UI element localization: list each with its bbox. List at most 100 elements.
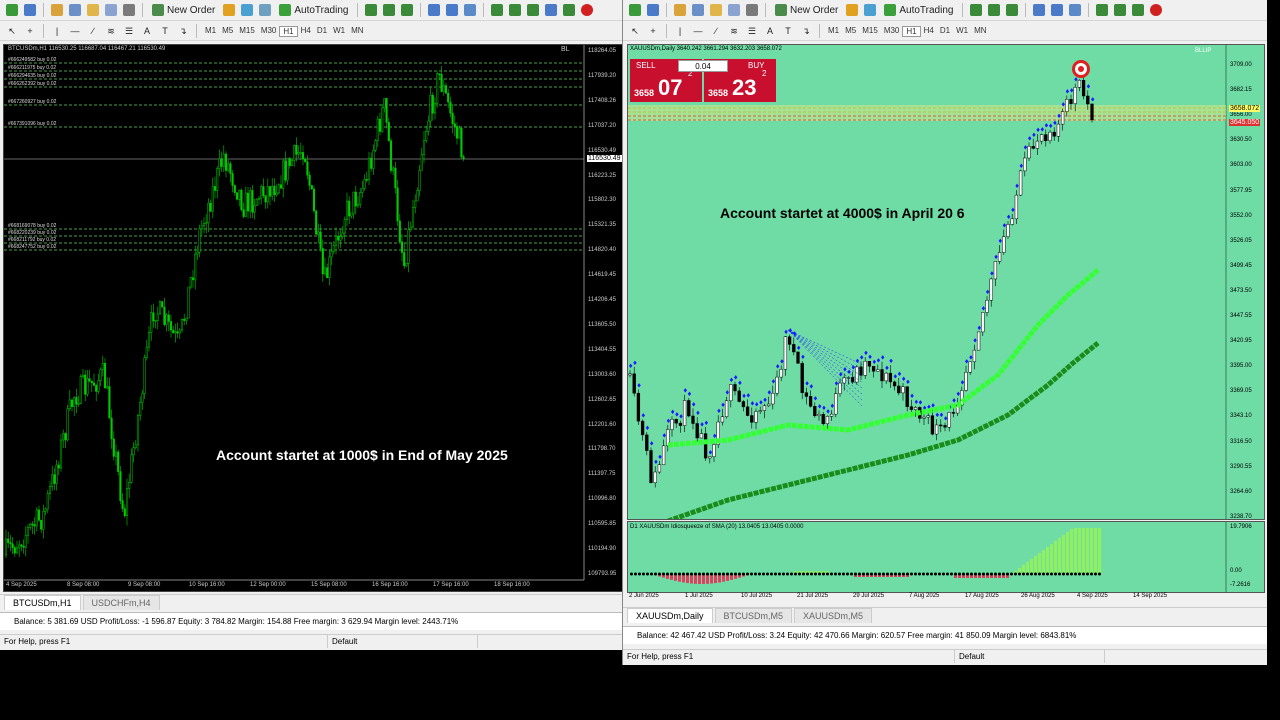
timeframe-m5[interactable]: M5 — [219, 26, 236, 37]
vertical-line-icon[interactable]: | — [672, 23, 688, 39]
navigator-icon[interactable] — [85, 2, 101, 18]
timeframe-d1[interactable]: D1 — [937, 26, 953, 37]
autotrading-button[interactable]: AutoTrading — [275, 2, 352, 18]
timeframe-d1[interactable]: D1 — [314, 26, 330, 37]
indicator-subwindow[interactable]: D1 XAUUSDm Idiosqueeze of SMA (20) 13.04… — [627, 521, 1265, 593]
alert-icon[interactable] — [579, 2, 595, 18]
profiles-icon[interactable] — [645, 2, 661, 18]
timeframe-m30[interactable]: M30 — [881, 26, 903, 37]
alert-target-icon[interactable] — [1072, 60, 1090, 78]
terminal-icon[interactable] — [726, 2, 742, 18]
lot-size-input[interactable]: 0.04 — [678, 60, 728, 72]
timeframe-m15[interactable]: M15 — [236, 26, 258, 37]
chart-shift-icon[interactable] — [489, 2, 505, 18]
new-chart-icon[interactable] — [627, 2, 643, 18]
timeframe-m1[interactable]: M1 — [825, 26, 842, 37]
timeframe-m15[interactable]: M15 — [859, 26, 881, 37]
metaeditor-icon[interactable] — [221, 2, 237, 18]
candlestick-icon[interactable] — [381, 2, 397, 18]
cursor-icon[interactable]: ↖ — [627, 23, 643, 39]
vertical-line-icon[interactable]: | — [49, 23, 65, 39]
tile-windows-icon[interactable] — [462, 2, 478, 18]
channel-icon[interactable]: ≋ — [103, 23, 119, 39]
arrows-icon[interactable]: ↴ — [175, 23, 191, 39]
timeframe-w1[interactable]: W1 — [953, 26, 971, 37]
timeframe-m1[interactable]: M1 — [202, 26, 219, 37]
text-icon[interactable]: A — [139, 23, 155, 39]
indicator-canvas[interactable] — [628, 522, 1265, 593]
tab-xauusdm-daily[interactable]: XAUUSDm,Daily — [627, 608, 713, 623]
timeframe-m30[interactable]: M30 — [258, 26, 280, 37]
profiles-icon[interactable] — [22, 2, 38, 18]
btcusd-chart-canvas[interactable] — [4, 45, 623, 592]
timeframe-h1[interactable]: H1 — [279, 25, 298, 37]
periods-icon[interactable] — [543, 2, 559, 18]
xauusd-chart-canvas[interactable]: ♦♦♦♦♦♦♦♦♦♦♦♦♦♦♦♦♦♦♦♦♦♦♦♦♦♦♦♦♦♦♦♦♦♦♦♦♦♦♦♦… — [628, 45, 1265, 520]
label-icon[interactable]: T — [157, 23, 173, 39]
label-icon[interactable]: T — [780, 23, 796, 39]
tester-icon[interactable] — [744, 2, 760, 18]
text-icon[interactable]: A — [762, 23, 778, 39]
line-chart-icon[interactable] — [1004, 2, 1020, 18]
signals-icon[interactable] — [239, 2, 255, 18]
zoom-out-icon[interactable] — [444, 2, 460, 18]
fibo-icon[interactable]: ☰ — [121, 23, 137, 39]
zoom-in-icon[interactable] — [1031, 2, 1047, 18]
metaeditor-icon[interactable] — [844, 2, 860, 18]
data-window-icon[interactable] — [690, 2, 706, 18]
horizontal-line-icon[interactable]: — — [690, 23, 706, 39]
crosshair-icon[interactable]: + — [645, 23, 661, 39]
tab-xauusdm-m5[interactable]: XAUUSDm,M5 — [794, 608, 873, 623]
arrows-icon[interactable]: ↴ — [798, 23, 814, 39]
line-chart-icon[interactable] — [399, 2, 415, 18]
btc-candle — [18, 544, 21, 549]
xauusd-chart[interactable]: ♦ ♦ ♦ ♦ ♦ ♦ ♦ ♦ ♦ ♦ ♦ ♦ ♦ ♦ ♦ ♦ ♦ ♦ ♦ ♦ ♦ ♦ ♦ ♦ ♦ ♦ ♦ ♦ ♦ ♦ ♦ ♦ ♦ ♦ ♦ ♦ ♦ ♦ ♦ ♦… — [627, 44, 1265, 520]
market-icon[interactable] — [257, 2, 273, 18]
trendline-icon[interactable]: ∕ — [708, 23, 724, 39]
zoom-out-icon[interactable] — [1049, 2, 1065, 18]
tab-usdchfm-h4[interactable]: USDCHFm,H4 — [82, 595, 160, 610]
chart-shift-icon[interactable] — [1094, 2, 1110, 18]
market-watch-icon[interactable] — [49, 2, 65, 18]
terminal-icon[interactable] — [103, 2, 119, 18]
autotrading-button[interactable]: AutoTrading — [880, 2, 957, 18]
timeframe-h4[interactable]: H4 — [298, 26, 314, 37]
data-window-icon[interactable] — [67, 2, 83, 18]
fibo-icon[interactable]: ☰ — [744, 23, 760, 39]
cursor-icon[interactable]: ↖ — [4, 23, 20, 39]
templates-icon[interactable] — [561, 2, 577, 18]
timeframe-w1[interactable]: W1 — [330, 26, 348, 37]
timeframe-h1[interactable]: H1 — [902, 25, 921, 37]
timeframe-h4[interactable]: H4 — [921, 26, 937, 37]
indicators-icon[interactable] — [525, 2, 541, 18]
indicators-icon[interactable] — [1130, 2, 1146, 18]
trendline-icon[interactable]: ∕ — [85, 23, 101, 39]
tile-windows-icon[interactable] — [1067, 2, 1083, 18]
bar-chart-icon[interactable] — [363, 2, 379, 18]
signals-icon[interactable] — [862, 2, 878, 18]
bar-chart-icon[interactable] — [968, 2, 984, 18]
alert-icon[interactable] — [1148, 2, 1164, 18]
autoscroll-icon[interactable] — [1112, 2, 1128, 18]
tester-icon[interactable] — [121, 2, 137, 18]
market-watch-icon[interactable] — [672, 2, 688, 18]
horizontal-line-icon[interactable]: — — [67, 23, 83, 39]
btc-candle — [295, 145, 298, 155]
tab-btcusdm-m5[interactable]: BTCUSDm,M5 — [714, 608, 793, 623]
btcusd-chart[interactable]: BTCUSDm,H1 116530.25 116687.04 116467.21… — [3, 44, 623, 592]
navigator-icon[interactable] — [708, 2, 724, 18]
crosshair-icon[interactable]: + — [22, 23, 38, 39]
new-chart-icon[interactable] — [4, 2, 20, 18]
channel-icon[interactable]: ≋ — [726, 23, 742, 39]
timeframe-m5[interactable]: M5 — [842, 26, 859, 37]
new-order-button[interactable]: New Order — [148, 2, 219, 18]
indicator-dot — [1034, 572, 1037, 576]
new-order-button[interactable]: New Order — [771, 2, 842, 18]
timeframe-mn[interactable]: MN — [971, 26, 989, 37]
tab-btcusdm-h1[interactable]: BTCUSDm,H1 — [4, 595, 81, 610]
zoom-in-icon[interactable] — [426, 2, 442, 18]
autoscroll-icon[interactable] — [507, 2, 523, 18]
candlestick-icon[interactable] — [986, 2, 1002, 18]
status-help: For Help, press F1 — [0, 635, 328, 648]
timeframe-mn[interactable]: MN — [348, 26, 366, 37]
